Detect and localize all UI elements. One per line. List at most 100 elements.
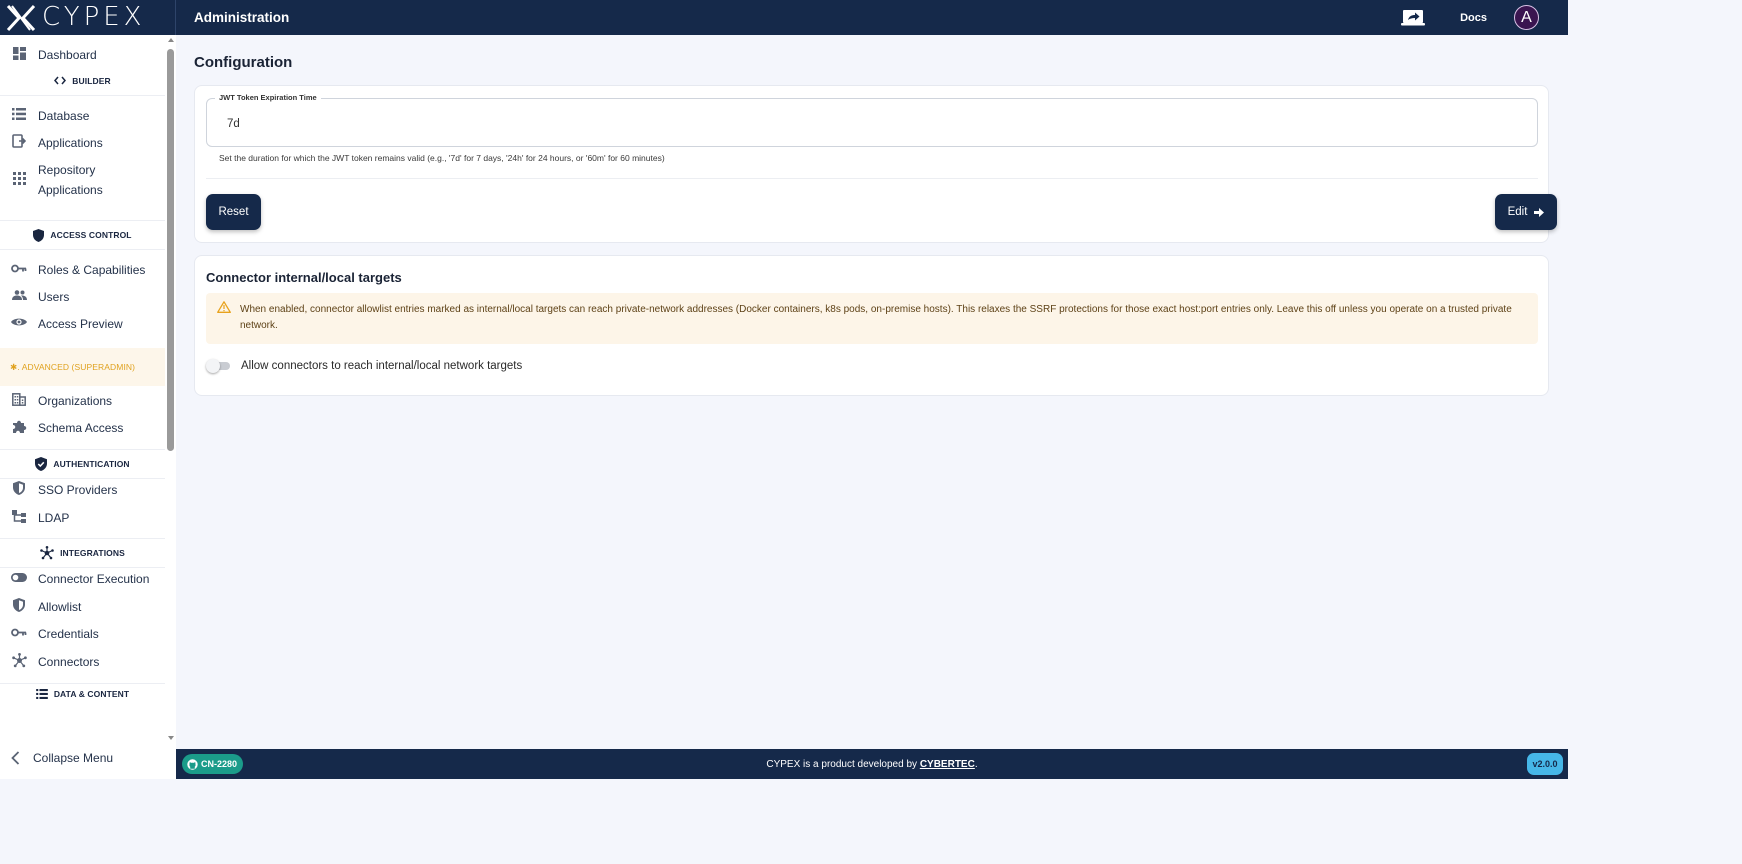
sidebar-item-label: SSO Providers — [38, 483, 118, 497]
sidebar-item-label: Dashboard — [38, 48, 97, 62]
footer-credit-prefix: CYPEX is a product developed by — [766, 758, 920, 770]
user-avatar[interactable]: A — [1514, 5, 1539, 30]
sidebar-item-label: Repository Applications — [38, 163, 103, 197]
edit-button[interactable]: Edit — [1495, 194, 1557, 230]
scrollbar-thumb[interactable] — [167, 49, 174, 451]
shield-half-icon — [11, 597, 27, 613]
docs-link[interactable]: Docs — [1460, 12, 1487, 24]
app-footer: CN-2280 CYPEX is a product developed by … — [176, 749, 1568, 779]
section-label: AUTHENTICATION — [53, 459, 130, 469]
sidebar-item-ldap[interactable]: LDAP — [0, 508, 165, 528]
sidebar-item-dashboard[interactable]: Dashboard — [0, 45, 165, 65]
sidebar-item-label: Schema Access — [38, 421, 124, 435]
toggle-knob — [206, 359, 220, 373]
section-label: DATA & CONTENT — [53, 688, 130, 699]
logo[interactable]: CYPEX — [0, 0, 176, 35]
hub-icon — [40, 546, 54, 560]
version-badge: v2.0.0 — [1527, 753, 1563, 775]
sidebar-item-sso-providers[interactable]: SSO Providers — [0, 480, 165, 500]
toggle-icon — [11, 569, 27, 585]
hub-icon — [11, 652, 27, 668]
sidebar-item-repository-applications[interactable]: Repository Applications — [0, 160, 130, 200]
scroll-up-arrow-icon[interactable] — [168, 38, 174, 42]
footer-credit: CYPEX is a product developed by CYBERTEC… — [176, 759, 1568, 770]
cybertec-link[interactable]: CYBERTEC — [920, 759, 975, 770]
section-access-control: ACCESS CONTROL — [0, 220, 165, 250]
sidebar: Dashboard BUILDER Database Applications — [0, 35, 176, 779]
share-icon[interactable] — [1400, 9, 1426, 27]
sidebar-item-label: Organizations — [38, 394, 113, 408]
sidebar-item-label: Connectors — [38, 655, 100, 669]
scroll-down-arrow-icon[interactable] — [168, 736, 174, 740]
collapse-menu-label: Collapse Menu — [33, 751, 114, 765]
page-title: Configuration — [194, 54, 293, 71]
section-authentication: AUTHENTICATION — [0, 449, 165, 479]
list-icon — [11, 106, 27, 122]
internal-targets-toggle[interactable] — [206, 359, 230, 373]
jwt-expiration-label: JWT Token Expiration Time — [215, 93, 321, 102]
list-icon — [35, 688, 48, 699]
app-entry-icon — [11, 133, 27, 149]
sidebar-item-roles[interactable]: Roles & Capabilities — [0, 260, 165, 280]
sidebar-item-access-preview[interactable]: Access Preview — [0, 314, 165, 334]
users-icon — [11, 287, 27, 303]
building-icon — [11, 391, 27, 407]
key-icon — [11, 260, 27, 276]
branch-badge[interactable]: CN-2280 — [182, 754, 244, 774]
puzzle-icon — [11, 418, 27, 434]
reset-button[interactable]: Reset — [206, 194, 261, 230]
warning-icon — [217, 301, 231, 313]
logo-text: CYPEX — [42, 2, 146, 32]
section-label: INTEGRATIONS — [60, 548, 125, 558]
grid-icon — [11, 170, 27, 186]
verified-shield-icon — [35, 457, 48, 471]
sidebar-item-label: Users — [38, 290, 70, 304]
sidebar-item-label: Allowlist — [38, 600, 82, 614]
warning-text: When enabled, connector allowlist entrie… — [240, 304, 1512, 331]
connector-targets-title: Connector internal/local targets — [206, 270, 402, 285]
internal-targets-toggle-label: Allow connectors to reach internal/local… — [241, 360, 523, 372]
key-icon — [11, 624, 27, 640]
jwt-config-card: JWT Token Expiration Time Set the durati… — [194, 85, 1557, 243]
sidebar-item-organizations[interactable]: Organizations — [0, 391, 165, 411]
footer-credit-suffix: . — [974, 758, 978, 770]
sidebar-item-connectors[interactable]: Connectors — [0, 652, 165, 672]
sidebar-item-schema-access[interactable]: Schema Access — [0, 418, 165, 438]
tree-icon — [11, 508, 27, 524]
collapse-menu-button[interactable]: Collapse Menu — [0, 747, 165, 769]
header-title: Administration — [194, 10, 290, 25]
jwt-help-text: Set the duration for which the JWT token… — [219, 153, 665, 163]
cypex-logo-icon — [6, 4, 36, 31]
sidebar-item-label: Applications — [38, 136, 103, 150]
arrow-right-icon — [1534, 207, 1545, 217]
sidebar-item-users[interactable]: Users — [0, 287, 165, 307]
header-actions: Docs A — [1400, 5, 1568, 30]
sidebar-item-connector-execution[interactable]: Connector Execution — [0, 569, 165, 589]
code-icon — [54, 76, 67, 85]
jwt-expiration-field[interactable]: JWT Token Expiration Time — [206, 93, 1538, 147]
section-advanced: ✱. ADVANCED (SUPERADMIN) — [0, 348, 165, 386]
eye-icon — [11, 314, 27, 330]
sidebar-item-allowlist[interactable]: Allowlist — [0, 597, 165, 617]
main-content: Configuration JWT Token Expiration Time … — [176, 35, 1568, 749]
section-builder: BUILDER — [0, 66, 165, 96]
jwt-expiration-input[interactable] — [225, 117, 525, 131]
sidebar-scrollbar[interactable] — [165, 35, 176, 745]
sidebar-item-label: LDAP — [38, 511, 70, 525]
sidebar-item-label: Credentials — [38, 627, 99, 641]
sidebar-item-label: Roles & Capabilities — [38, 263, 146, 277]
sidebar-item-label: Connector Execution — [38, 572, 150, 586]
sidebar-item-label: Access Preview — [38, 317, 123, 331]
sidebar-item-database[interactable]: Database — [0, 106, 165, 126]
shield-icon — [33, 228, 45, 242]
chevron-left-icon — [11, 751, 20, 765]
reset-button-label: Reset — [218, 206, 249, 218]
divider — [206, 178, 1538, 179]
connector-targets-card: Connector internal/local targets When en… — [194, 255, 1549, 396]
branch-label: CN-2280 — [201, 759, 238, 769]
sidebar-item-label: Database — [38, 109, 90, 123]
dashboard-icon — [11, 45, 27, 61]
section-label: ACCESS CONTROL — [50, 230, 132, 240]
sidebar-item-applications[interactable]: Applications — [0, 133, 165, 153]
sidebar-item-credentials[interactable]: Credentials — [0, 624, 165, 644]
